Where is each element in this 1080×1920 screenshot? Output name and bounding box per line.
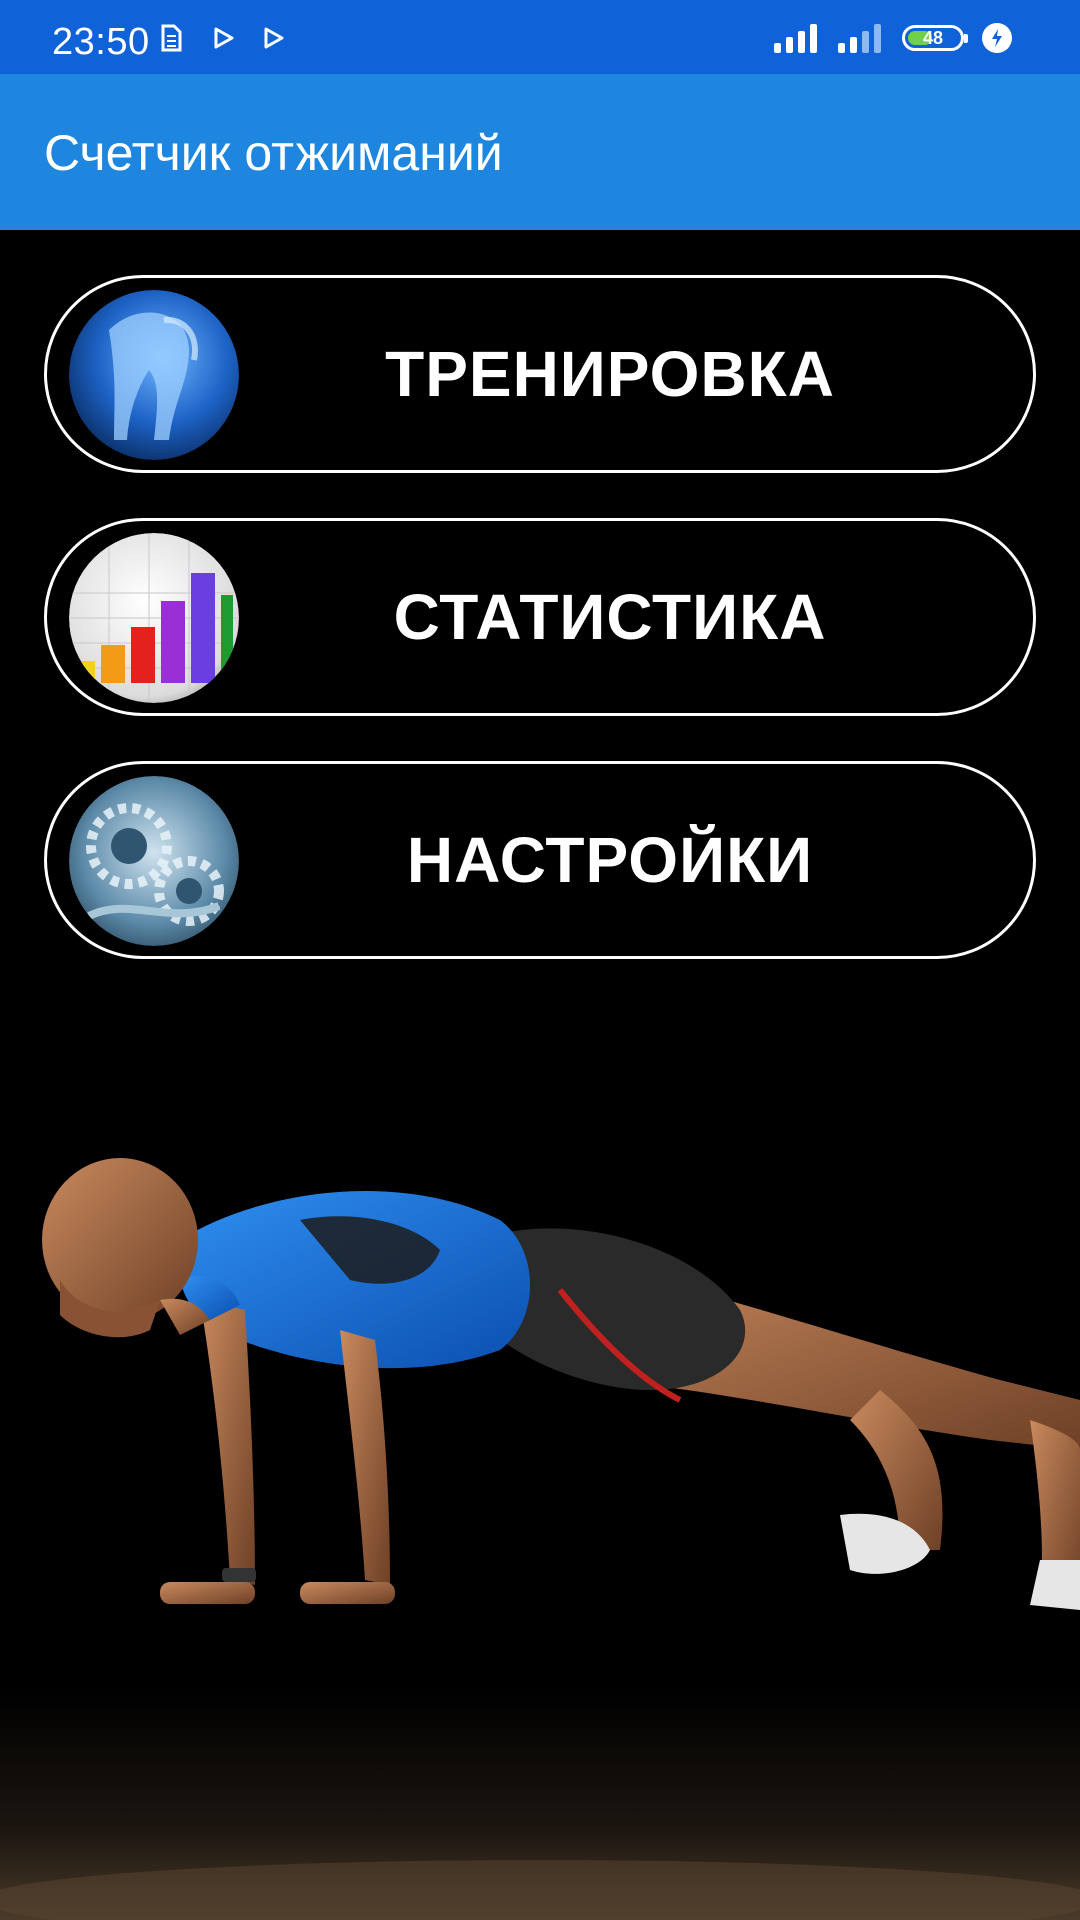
status-right-group: 48 <box>774 22 1012 54</box>
statistics-label: СТАТИСТИКА <box>393 581 827 653</box>
battery-tip <box>964 34 968 43</box>
settings-button[interactable]: НАСТРОЙКИ <box>44 761 1036 959</box>
statistics-button[interactable]: СТАТИСТИКА <box>44 518 1036 716</box>
training-label: ТРЕНИРОВКА <box>385 338 835 410</box>
battery-icon: 48 <box>902 25 968 51</box>
gears-icon <box>69 776 239 946</box>
app-bar: Счетчик отжиманий <box>0 74 1080 230</box>
settings-label: НАСТРОЙКИ <box>406 824 814 896</box>
signal-icon <box>838 24 881 53</box>
play-store-icon <box>214 27 234 49</box>
sim-icon <box>161 24 182 52</box>
charging-icon <box>982 23 1012 53</box>
app-title: Счетчик отжиманий <box>44 125 503 181</box>
signal-icon <box>774 24 817 53</box>
main-screen: 23:50 48 Счетчик отжиманий ТРЕНИРОВКА СТ… <box>0 0 1080 1920</box>
bar-chart-icon <box>69 533 239 703</box>
play-store-icon <box>264 27 284 49</box>
pushup-athlete-image <box>0 1130 1080 1920</box>
status-bar: 23:50 48 <box>0 0 1080 74</box>
status-time: 23:50 <box>52 21 150 63</box>
battery-level: 48 <box>922 28 944 48</box>
training-button[interactable]: ТРЕНИРОВКА <box>44 275 1036 473</box>
pushup-photo-icon <box>69 290 239 460</box>
